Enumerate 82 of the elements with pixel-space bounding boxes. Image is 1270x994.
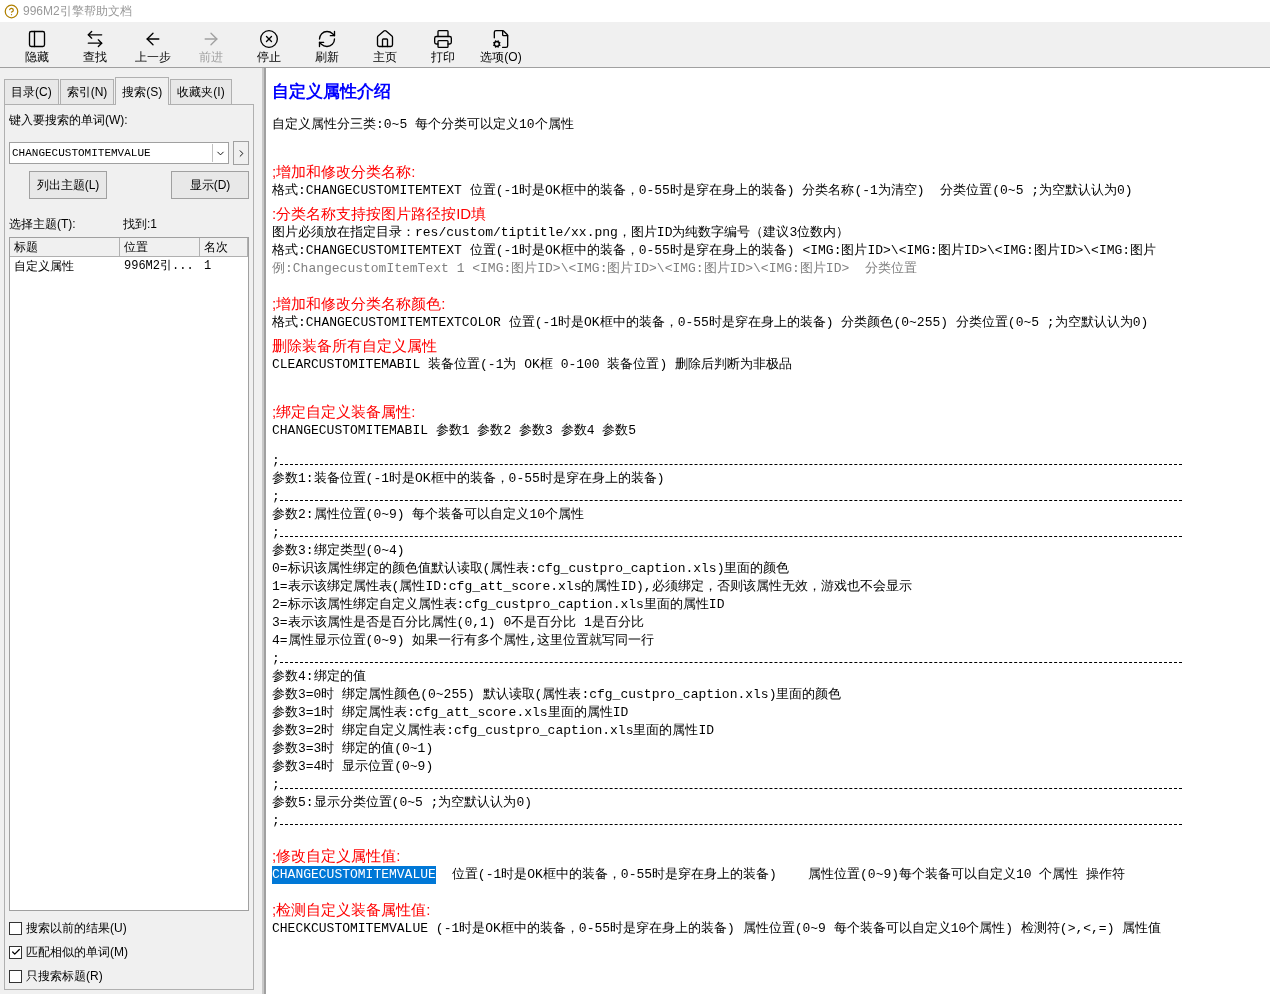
table-cell-text: 自定义属性 — [13, 258, 75, 275]
text-line: 4=属性显示位置(0~9) 如果一行有多个属性,这里位置就写同一行 — [272, 632, 656, 650]
arrows-icon — [85, 29, 105, 49]
example-line: 例:ChangecustomItemText 1 <IMG:图片ID>\<IMG:图片ID>\<IMG:图片ID>\<IMG:图片ID> 分类位置 — [272, 260, 918, 278]
text-line: CHANGECUSTOMITEMABIL 参数1 参数2 参数3 参数4 参数5 — [272, 422, 638, 440]
text-line: 3=表示该属性是否是百分比属性(0,1) 0不是百分比 1是百分比 — [272, 614, 645, 632]
toolbar-button[interactable]: 停止 — [240, 23, 298, 67]
text-line: 参数4:绑定的值 — [272, 668, 367, 686]
section-title: ;修改自定义属性值: — [272, 846, 402, 866]
search-combo[interactable]: CHANGECUSTOMITEMVALUE — [9, 142, 229, 164]
toolbar-button[interactable]: 上一步 — [124, 23, 182, 67]
column-header[interactable]: 名次 — [200, 238, 248, 257]
separator-mark: ; — [272, 812, 280, 830]
page-heading: 自定义属性介绍 — [272, 81, 392, 103]
text-line: 格式:CHANGECUSTOMITEMTEXTCOLOR 位置(-1时是OK框中的装备，0-55时是穿在身上的装备) 分类颜色(0~255) 分类位置(0~5 ;为空默认认为0) — [272, 314, 1150, 332]
text-line: 参数3=4时 显示位置(0~9) — [272, 758, 435, 776]
checkbox-label: 只搜索标题(R) — [26, 968, 103, 985]
text-line: 参数3:绑定类型(0~4) — [272, 542, 406, 560]
stop-icon — [259, 29, 279, 49]
search-label: 键入要搜索的单词(W): — [9, 112, 129, 129]
text-line: CHECKCUSTOMITEMVALUE (-1时是OK框中的装备，0-55时是穿在身上的装备) 属性位置(0~9 每个装备可以自定义10个属性) 检测符(>,<,=) 属性值 — [272, 920, 1163, 938]
text-line: 参数1:装备位置(-1时是OK框中的装备，0-55时是穿在身上的装备) — [272, 470, 666, 488]
checkbox[interactable] — [9, 969, 22, 983]
text-line: 参数2:属性位置(0~9) 每个装备可以自定义10个属性 — [272, 506, 585, 524]
text-line: 图片必须放在指定目录：res/custom/tiptitle/xx.png，图片ID为纯数字编号（建议3位数内） — [272, 224, 851, 242]
help-icon — [4, 3, 19, 19]
separator-mark: ; — [272, 452, 280, 470]
checkbox[interactable] — [9, 945, 22, 959]
text-line: 参数5:显示分类位置(0~5 ;为空默认认为0) — [272, 794, 533, 812]
options-icon — [491, 29, 511, 49]
toolbar-button[interactable]: 打印 — [414, 23, 472, 67]
text-line: 自定义属性分三类:0~5 每个分类可以定义10个属性 — [272, 116, 575, 134]
text-line: 格式:CHANGECUSTOMITEMTEXT 位置(-1时是OK框中的装备，0-55时是穿在身上的装备) <IMG:图片ID>\<IMG:图片ID>\<IMG:图片ID>\<IMG:图片 — [272, 242, 1158, 260]
separator-mark: ; — [272, 650, 280, 668]
section-title: :分类名称支持按图片路径按ID填 — [272, 204, 488, 224]
toolbar-button[interactable]: 隐藏 — [8, 23, 66, 67]
sidebar-tab[interactable]: 收藏夹(I) — [170, 79, 232, 104]
toolbar-button[interactable]: 选项(O) — [472, 23, 530, 67]
hide-panel-icon — [27, 29, 47, 49]
section-title: ;绑定自定义装备属性: — [272, 402, 417, 422]
text-line: 格式:CHANGECUSTOMITEMTEXT 位置(-1时是OK框中的装备，0-55时是穿在身上的装备) 分类名称(-1为清空) 分类位置(0~5 ;为空默认认为0) — [272, 182, 1134, 200]
checkbox[interactable] — [9, 921, 22, 935]
section-title: ;检测自定义装备属性值: — [272, 900, 432, 920]
text-line: 参数3=0时 绑定属性颜色(0~255) 默认读取(属性表:cfg_custpro_caption.xls)里面的颜色 — [272, 686, 843, 704]
column-header[interactable]: 位置 — [120, 238, 200, 257]
text-line: 参数3=2时 绑定自定义属性表:cfg_custpro_caption.xls里面的属性ID — [272, 722, 716, 740]
separator-mark: ; — [272, 776, 280, 794]
table-cell-text: 996M2引... — [123, 258, 195, 275]
sidebar-tab[interactable]: 索引(N) — [59, 79, 115, 104]
checkbox-label: 匹配相似的单词(M) — [26, 944, 128, 961]
home-icon — [375, 29, 395, 49]
checkbox-label: 搜索以前的结果(U) — [26, 920, 127, 937]
text-line: CLEARCUSTOMITEMABIL 装备位置(-1为 OK框 0-100 装备位置) 删除后判断为非极品 — [272, 356, 794, 374]
section-title: 删除装备所有自定义属性 — [272, 336, 438, 356]
topic-row[interactable]: 自定义属性 996M2引... 1 — [10, 257, 248, 275]
action-button[interactable]: 列出主题(L) — [29, 171, 107, 199]
section-title: ;增加和修改分类名称颜色: — [272, 294, 447, 314]
separator-mark: ; — [272, 488, 280, 506]
found-count: 找到:1 — [123, 216, 157, 233]
text-line: 位置(-1时是OK框中的装备，0-55时是穿在身上的装备) 属性位置(0~9)每个装备可以自定义10 个属性 操作符 — [451, 866, 1126, 884]
separator-mark: ; — [272, 524, 280, 542]
text-line: 参数3=1时 绑定属性表:cfg_att_score.xls里面的属性ID — [272, 704, 630, 722]
action-button[interactable]: 显示(D) — [171, 171, 249, 199]
printer-icon — [433, 29, 453, 49]
toolbar-button[interactable]: 查找 — [66, 23, 124, 67]
text-line: 1=表示该绑定属性表(属性ID:cfg_att_score.xls的属性ID),必须绑定，否则该属性无效，游戏也不会显示 — [272, 578, 913, 596]
toolbar-button[interactable]: 主页 — [356, 23, 414, 67]
search-field[interactable]: CHANGECUSTOMITEMVALUE — [10, 144, 212, 162]
sidebar-tab[interactable]: 目录(C) — [4, 79, 59, 104]
highlighted-text: CHANGECUSTOMITEMVALUE — [272, 866, 436, 884]
refresh-icon — [317, 29, 337, 49]
topics-label: 选择主题(T): — [9, 216, 77, 233]
check-icon — [10, 947, 21, 957]
table-cell-text: 1 — [203, 258, 213, 275]
column-header[interactable]: 标题 — [10, 238, 120, 257]
text-line: 参数3=3时 绑定的值(0~1) — [272, 740, 435, 758]
window-title: 996M2引擎帮助文档 — [23, 3, 132, 20]
text-line: 0=标识该属性绑定的颜色值默认读取(属性表:cfg_custpro_caption.xls)里面的颜色 — [272, 560, 791, 578]
sidebar-tab[interactable]: 搜索(S) — [115, 77, 170, 105]
text-line: 2=标示该属性绑定自定义属性表:cfg_custpro_caption.xls里面的属性ID — [272, 596, 726, 614]
section-title: ;增加和修改分类名称: — [272, 162, 417, 182]
toolbar-button[interactable]: 刷新 — [298, 23, 356, 67]
